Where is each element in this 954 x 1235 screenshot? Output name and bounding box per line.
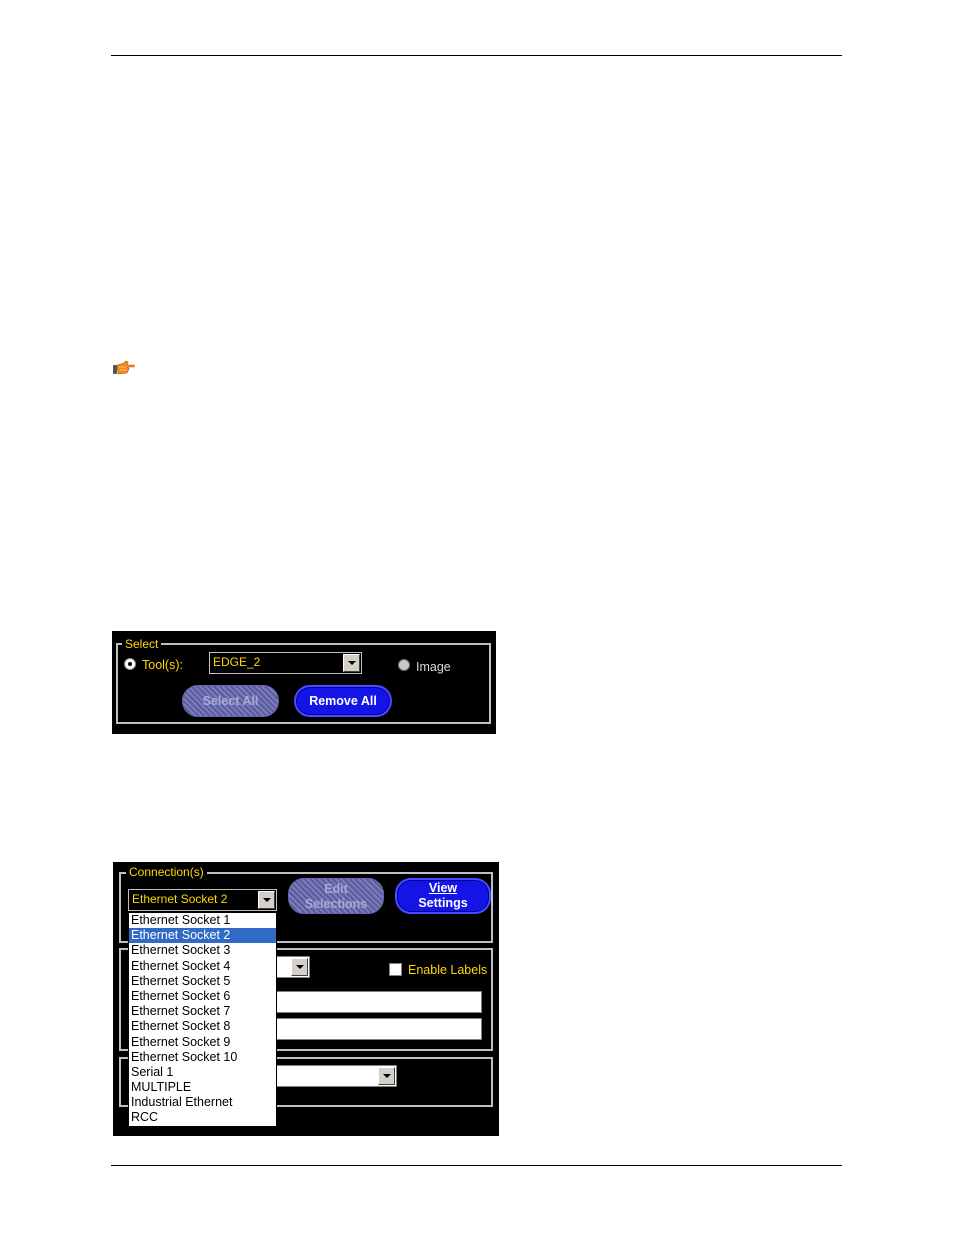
image-label: Image [416,660,451,674]
image-radio[interactable] [398,659,410,671]
select-all-button[interactable]: Select All [182,685,279,717]
secondary-combo[interactable] [273,956,310,978]
connection-group-title: Connection(s) [126,865,207,879]
dropdown-option-selected[interactable]: Ethernet Socket 2 [129,928,276,944]
dropdown-option[interactable]: Ethernet Socket 6 [129,989,276,1004]
chevron-down-icon[interactable] [258,891,275,909]
tool-combo[interactable]: EDGE_2 [209,652,362,674]
view-settings-line2: Settings [418,896,468,910]
chevron-down-icon[interactable] [291,958,308,976]
dropdown-option[interactable]: Ethernet Socket 5 [129,974,276,989]
tools-label: Tool(s): [142,658,183,672]
dropdown-option[interactable]: Ethernet Socket 1 [129,913,276,928]
dropdown-option[interactable]: Ethernet Socket 8 [129,1019,276,1034]
view-settings-line1: View [428,881,458,895]
dropdown-option[interactable]: Ethernet Socket 4 [129,959,276,974]
connection-combo-value: Ethernet Socket 2 [132,892,228,906]
dropdown-option[interactable]: Ethernet Socket 7 [129,1004,276,1019]
tool-combo-value: EDGE_2 [213,655,261,669]
enable-labels-label: Enable Labels [408,963,488,977]
text-field-1[interactable] [273,991,482,1013]
dropdown-option[interactable]: Serial 1 [129,1065,276,1080]
dropdown-option[interactable]: Ethernet Socket 3 [129,943,276,958]
dropdown-option[interactable]: Ethernet Socket 9 [129,1035,276,1050]
chevron-down-icon[interactable] [343,654,360,672]
dropdown-option[interactable]: Industrial Ethernet [129,1095,276,1110]
third-combo[interactable] [273,1065,397,1087]
dropdown-option[interactable]: MULTIPLE [129,1080,276,1095]
edit-selections-line2: Selections [304,897,368,911]
dropdown-option[interactable]: RCC [129,1110,276,1125]
enable-labels-checkbox[interactable] [389,963,402,976]
footer-rule [111,1165,842,1166]
header-rule [111,55,842,56]
dropdown-option[interactable]: Ethernet Socket 10 [129,1050,276,1065]
connection-combo[interactable]: Ethernet Socket 2 [128,889,277,911]
chevron-down-icon[interactable] [378,1067,395,1085]
connection-dropdown-list[interactable]: Ethernet Socket 1 Ethernet Socket 2 Ethe… [128,912,277,1127]
select-group-title: Select [122,637,162,651]
remove-all-button[interactable]: Remove All [294,685,392,717]
view-settings-button[interactable]: View Settings [395,878,491,914]
pointing-hand-icon [113,360,135,375]
remove-all-label: Remove All [309,694,377,708]
edit-selections-button[interactable]: Edit Selections [288,878,384,914]
text-field-2[interactable] [273,1018,482,1040]
select-panel: Select Tool(s): EDGE_2 Image Select All … [112,631,496,734]
edit-selections-line1: Edit [324,882,348,896]
tools-radio[interactable] [124,658,136,670]
